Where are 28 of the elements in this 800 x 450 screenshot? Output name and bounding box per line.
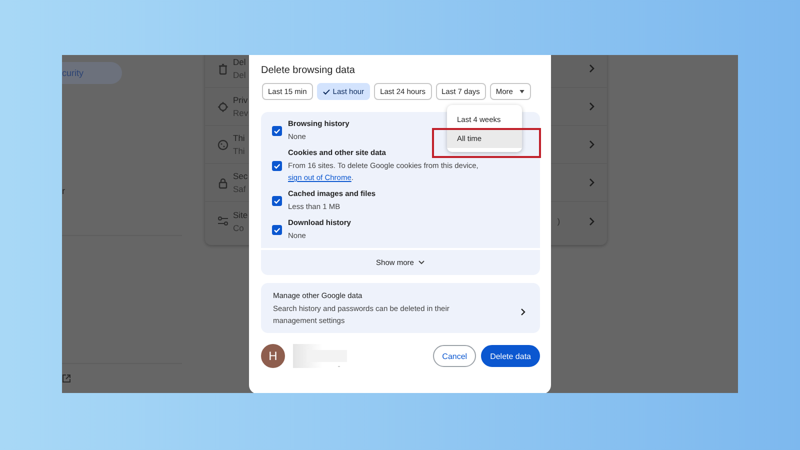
row-value: )	[557, 216, 560, 226]
check-icon	[322, 88, 330, 94]
chevron-right-icon	[520, 308, 526, 316]
row-title: Priv	[233, 95, 248, 105]
sliders-icon	[217, 215, 229, 227]
chevron-right-icon[interactable]	[588, 102, 595, 111]
row-title: Del	[233, 57, 246, 67]
avatar[interactable]: H	[261, 344, 285, 368]
chevron-right-icon[interactable]	[588, 178, 595, 187]
delete-data-button[interactable]: Delete data	[481, 345, 540, 367]
dialog-title: Delete browsing data	[261, 65, 356, 76]
chevron-down-icon	[418, 260, 425, 265]
chevron-right-icon[interactable]	[588, 140, 595, 149]
row-title: Sec	[233, 171, 248, 181]
trash-icon	[217, 62, 229, 74]
caret-icon	[518, 90, 525, 94]
chevron-right-icon[interactable]	[588, 216, 595, 226]
checkbox[interactable]	[272, 196, 282, 206]
cancel-button[interactable]: Cancel	[433, 345, 476, 367]
row-title: Site	[233, 210, 248, 220]
chevron-right-icon[interactable]	[588, 64, 595, 73]
lock-icon	[217, 176, 229, 188]
cookie-icon	[217, 138, 229, 150]
external-link-icon[interactable]	[62, 374, 71, 383]
checkbox[interactable]	[272, 225, 282, 235]
checkbox[interactable]	[272, 161, 282, 171]
checkbox[interactable]	[272, 126, 282, 136]
row-title: Thi	[233, 133, 245, 143]
